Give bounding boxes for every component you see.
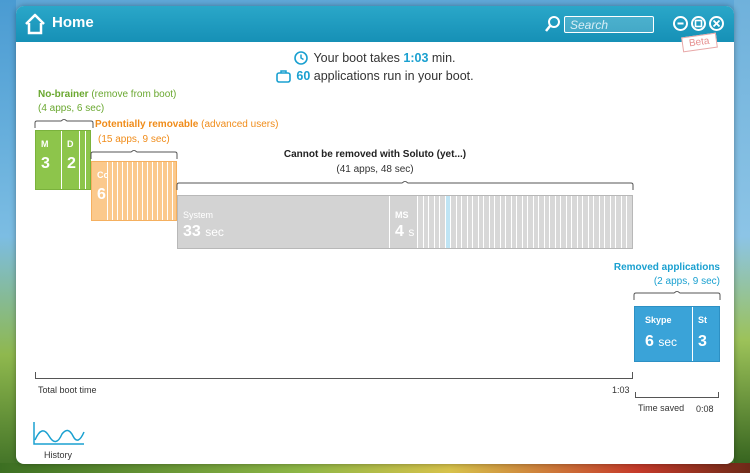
no-brainer-block[interactable]: M 3 D 2 [35,130,91,190]
cannot-remove-block[interactable]: System 33 sec MS 4 s [177,195,633,249]
removed-apps-brace [633,291,721,300]
desktop-background-left [0,0,16,473]
cannot-app-ms[interactable]: MS 4 s [390,196,418,248]
time-saved-value: 0:08 [696,404,714,414]
desktop-background-bottom [0,463,750,473]
cannot-remove-title: Cannot be removed with Soluto (yet...) [283,149,467,160]
removed-apps-block[interactable]: Skype 6 sec St 3 [634,306,720,362]
saved-end-tick [718,392,719,398]
removable-subtitle: (advanced users) [198,119,279,130]
time-saved-axis [635,397,719,398]
title-bar[interactable]: Home [16,6,734,42]
time-saved-label: Time saved [638,403,685,413]
apps-summary: 60 applications run in your boot. [16,69,734,83]
apps-suffix: applications run in your boot. [310,69,474,83]
search-icon[interactable] [544,15,562,33]
removable-title: Potentially removable [95,119,199,130]
axis-start-tick [35,372,36,379]
boot-time-value: 1:03 [403,51,429,65]
window-title: Home [52,14,94,31]
minimize-icon [677,22,684,25]
close-icon [712,19,721,28]
cannot-remove-brace [176,181,634,190]
cannot-app-sliver[interactable] [627,196,632,248]
clock-icon [294,51,309,65]
removable-detail: (15 apps, 9 sec) [98,134,170,145]
saved-start-tick [635,392,636,398]
no-brainer-label: No-brainer (remove from boot) [38,89,176,100]
no-brainer-app-2[interactable]: D 2 [62,131,80,189]
total-boot-value: 1:03 [612,385,630,395]
removed-apps-title: Removed applications [613,262,720,273]
maximize-button[interactable] [691,16,706,31]
removed-app-skype[interactable]: Skype 6 sec [635,307,693,361]
total-boot-label: Total boot time [38,385,97,395]
boot-time-suffix: min. [428,51,456,65]
total-boot-axis [35,378,633,379]
boot-time-summary: Your boot takes 1:03 min. [16,51,734,65]
search-input[interactable] [564,16,654,33]
history-graph-icon [33,422,85,445]
home-icon[interactable] [24,13,46,35]
no-brainer-title: No-brainer [38,89,89,100]
removed-app-2[interactable]: St 3 [693,307,719,361]
no-brainer-detail: (4 apps, 6 sec) [38,103,105,114]
no-brainer-brace [34,119,94,128]
cannot-app-system[interactable]: System 33 sec [178,196,390,248]
briefcase-icon [276,70,292,83]
maximize-icon [694,19,703,28]
desktop-background-right [734,0,750,473]
beta-badge: Beta [681,32,718,53]
close-button[interactable] [709,16,724,31]
axis-end-tick [632,372,633,379]
no-brainer-app-1[interactable]: M 3 [36,131,62,189]
no-brainer-subtitle: (remove from boot) [88,89,177,100]
cannot-remove-detail: (41 apps, 48 sec) [336,164,414,175]
removable-label: Potentially removable (advanced users) [95,119,278,130]
apps-count: 60 [296,69,311,83]
boot-time-prefix: Your boot takes [313,51,404,65]
soluto-window: Home Beta Your boot takes [16,6,734,464]
history-label: History [44,450,73,460]
removed-apps-detail: (2 apps, 9 sec) [653,276,720,287]
minimize-button[interactable] [673,16,688,31]
